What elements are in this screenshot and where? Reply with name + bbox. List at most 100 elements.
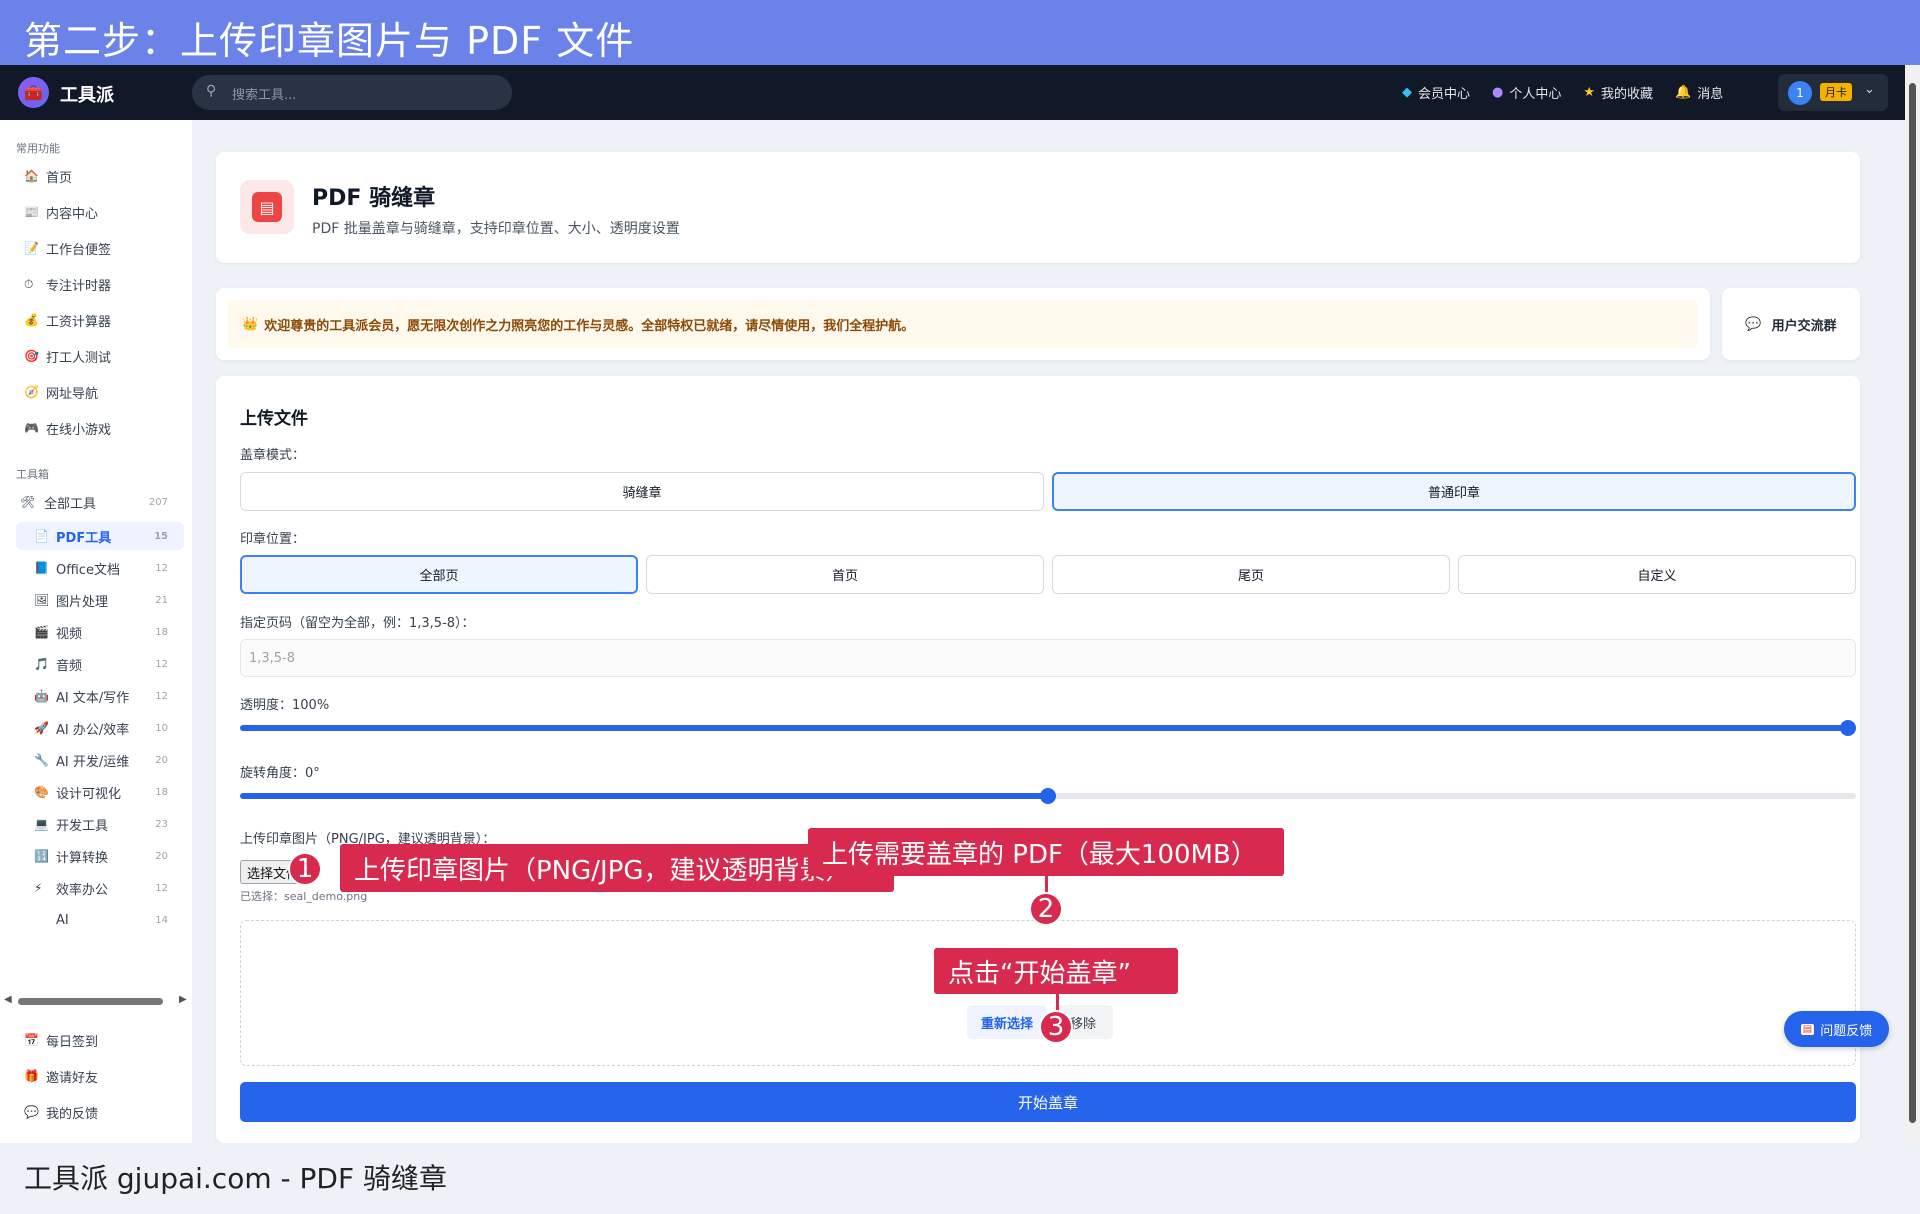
welcome-card: 👑 欢迎尊贵的工具派会员，愿无限次创作之力照亮您的工作与灵感。全部特权已就绪，请… — [216, 288, 1710, 360]
nav-favorites[interactable]: ★ 我的收藏 — [1583, 83, 1653, 102]
search-icon: ⚲ — [206, 83, 217, 99]
user-menu[interactable]: 1 月卡 ⌄ — [1778, 74, 1888, 111]
sidebar-item-ai-office[interactable]: 🚀 AI 办公/效率 10 — [16, 714, 184, 742]
opacity-slider[interactable] — [240, 720, 1856, 736]
robot-icon: 🤖 — [34, 689, 49, 703]
mode-normal-seal[interactable]: 普通印章 — [1052, 472, 1856, 511]
sidebar-item-games[interactable]: 🎮 在线小游戏 — [24, 416, 184, 440]
user-group-card[interactable]: 💬 用户交流群 — [1722, 288, 1860, 360]
newspaper-icon: 📰 — [24, 205, 39, 219]
opacity-slider-handle[interactable] — [1840, 720, 1856, 736]
sidebar-item-pdf-tools[interactable]: 📄 PDF工具 15 — [16, 522, 184, 550]
sidebar-item-ai[interactable]: AI 14 — [16, 906, 184, 934]
user-icon: ● — [1492, 85, 1504, 100]
scrollbar-thumb[interactable] — [1909, 83, 1916, 1123]
opacity-slider-fill — [240, 725, 1856, 731]
nav-links: ◆ 会员中心 ● 个人中心 ★ 我的收藏 🔔 消息 — [1402, 65, 1745, 120]
sidebar-section-common: 常用功能 — [16, 142, 60, 155]
sidebar-item-timer[interactable]: ⏱ 专注计时器 — [24, 272, 184, 296]
sidebar-item-audio[interactable]: 🎵 音频 12 — [16, 650, 184, 678]
scrollbar-thumb[interactable] — [18, 998, 163, 1005]
sidebar-item-all-tools[interactable]: 🛠 全部工具 207 — [16, 488, 184, 516]
memo-icon: 📝 — [24, 241, 39, 255]
sidebar-item-url-nav[interactable]: 🧭 网址导航 — [24, 380, 184, 404]
sidebar-item-design[interactable]: 🎨 设计可视化 18 — [16, 778, 184, 806]
annotation-callout-3: 点击“开始盖章” — [934, 948, 1178, 994]
target-icon: 🎯 — [24, 349, 39, 363]
pages-input[interactable]: 1,3,5-8 — [240, 639, 1856, 677]
diamond-icon: ◆ — [1402, 85, 1412, 100]
sidebar-item-checkin[interactable]: 📅 每日签到 — [24, 1028, 184, 1052]
nav-member-center[interactable]: ◆ 会员中心 — [1402, 83, 1470, 102]
position-all-pages[interactable]: 全部页 — [240, 555, 638, 594]
sidebar-horizontal-scrollbar[interactable]: ◀ ▶ — [0, 992, 192, 1010]
banner-title: 第二步：上传印章图片与 PDF 文件 — [24, 19, 635, 63]
app-navbar: 🧰 工具派 ⚲ 搜索工具... ◆ 会员中心 ● 个人中心 ★ 我的收藏 🔔 消息 1 … — [0, 65, 1905, 120]
tools-icon: 🛠 — [20, 495, 36, 509]
rocket-icon: 🚀 — [34, 721, 49, 735]
rotation-slider-handle[interactable] — [1040, 788, 1056, 804]
position-custom[interactable]: 自定义 — [1458, 555, 1856, 594]
sidebar: 常用功能 🏠 首页 📰 内容中心 📝 工作台便签 ⏱ 专注计时器 💰 工资计算器 🎯 打工人… — [0, 120, 192, 1143]
sidebar-item-calc[interactable]: 🔢 计算转换 20 — [16, 842, 184, 870]
sidebar-item-notes[interactable]: 📝 工作台便签 — [24, 236, 184, 260]
speech-bubble-icon: 💬 — [24, 1105, 39, 1119]
sidebar-item-video[interactable]: 🎬 视频 18 — [16, 618, 184, 646]
sidebar-item-content[interactable]: 📰 内容中心 — [24, 200, 184, 224]
reselect-button[interactable]: 重新选择 — [967, 1005, 1047, 1039]
sidebar-item-ai-writing[interactable]: 🤖 AI 文本/写作 12 — [16, 682, 184, 710]
chat-icon: 💬 — [1745, 316, 1762, 332]
sidebar-item-office[interactable]: 📘 Office文档 12 — [16, 554, 184, 582]
vertical-scrollbar[interactable] — [1905, 65, 1920, 1143]
rotation-label: 旋转角度：0° — [240, 766, 320, 781]
start-stamping-button[interactable]: 开始盖章 — [240, 1082, 1856, 1122]
pdf-tool-icon: ▤ — [240, 180, 294, 234]
sidebar-item-salary[interactable]: 💰 工资计算器 — [24, 308, 184, 332]
laptop-icon: 💻 — [34, 817, 49, 831]
calendar-icon: 📅 — [24, 1033, 39, 1047]
clapper-icon: 🎬 — [34, 625, 49, 639]
gift-icon: 🎁 — [24, 1069, 39, 1083]
sidebar-item-my-feedback[interactable]: 💬 我的反馈 — [24, 1100, 184, 1124]
scroll-left-icon[interactable]: ◀ — [4, 994, 12, 1005]
star-icon: ★ — [1583, 85, 1596, 100]
sidebar-item-efficiency[interactable]: ⚡ 效率办公 12 — [16, 874, 184, 902]
feedback-button[interactable]: ▤ 问题反馈 — [1784, 1011, 1889, 1047]
palette-icon: 🎨 — [34, 785, 49, 799]
sidebar-section-toolbox: 工具箱 — [16, 468, 49, 481]
avatar: 1 — [1788, 81, 1812, 105]
sidebar-item-image[interactable]: 🖼 图片处理 21 — [16, 586, 184, 614]
user-group-button[interactable]: 💬 用户交流群 — [1722, 288, 1860, 360]
position-label: 印章位置： — [240, 532, 306, 547]
annotation-badge-2: 2 — [1029, 892, 1063, 926]
page-subtitle: PDF 批量盖章与骑缝章，支持印章位置、大小、透明度设置 — [312, 221, 680, 237]
mode-label: 盖章模式： — [240, 448, 306, 463]
chevron-down-icon: ⌄ — [1864, 82, 1875, 97]
annotation-badge-3: 3 — [1039, 1010, 1073, 1044]
upload-section-title: 上传文件 — [240, 409, 308, 429]
app-name[interactable]: 工具派 — [60, 81, 114, 107]
pages-label: 指定页码（留空为全部，例：1,3,5-8）： — [240, 616, 475, 631]
annotation-badge-1: 1 — [288, 852, 322, 886]
sidebar-item-worker-test[interactable]: 🎯 打工人测试 — [24, 344, 184, 368]
home-icon: 🏠 — [24, 169, 39, 183]
sidebar-item-dev-tools[interactable]: 💻 开发工具 23 — [16, 810, 184, 838]
mode-seam-seal[interactable]: 骑缝章 — [240, 472, 1044, 511]
scroll-right-icon[interactable]: ▶ — [179, 994, 187, 1005]
sidebar-item-ai-devops[interactable]: 🔧 AI 开发/运维 20 — [16, 746, 184, 774]
sidebar-item-home[interactable]: 🏠 首页 — [24, 164, 184, 188]
bell-icon: 🔔 — [1675, 85, 1692, 100]
position-first-page[interactable]: 首页 — [646, 555, 1044, 594]
position-last-page[interactable]: 尾页 — [1052, 555, 1450, 594]
app-logo-icon[interactable]: 🧰 — [18, 77, 49, 108]
tool-header-card: ▤ PDF 骑缝章 PDF 批量盖章与骑缝章，支持印章位置、大小、透明度设置 — [216, 152, 1860, 263]
nav-personal-center[interactable]: ● 个人中心 — [1492, 83, 1561, 102]
nav-messages[interactable]: 🔔 消息 — [1675, 83, 1723, 102]
top-banner: 第二步：上传印章图片与 PDF 文件 — [0, 0, 1920, 65]
search-input[interactable]: 搜索工具... — [232, 84, 296, 103]
opacity-label: 透明度：100% — [240, 698, 330, 713]
rotation-slider[interactable] — [240, 788, 1856, 804]
sidebar-item-invite[interactable]: 🎁 邀请好友 — [24, 1064, 184, 1088]
stopwatch-icon: ⏱ — [24, 276, 34, 291]
search-box[interactable]: ⚲ 搜索工具... — [192, 75, 512, 110]
